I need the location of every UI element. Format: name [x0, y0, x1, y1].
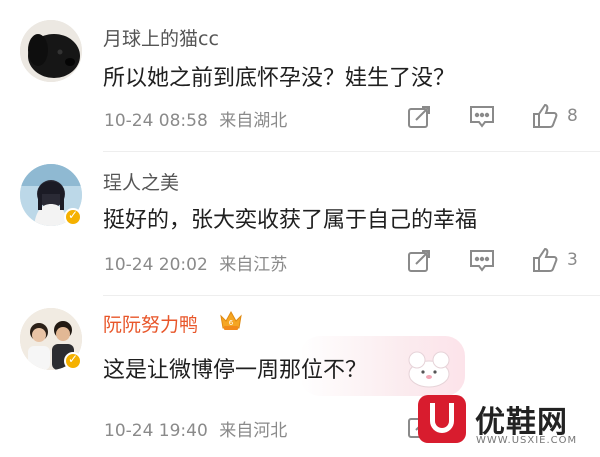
comment-text: 这是让微博停一周那位不？	[103, 358, 368, 383]
comment-date: 10-24 19:40	[104, 421, 208, 441]
verified-badge-icon	[64, 352, 82, 370]
comment-meta: 10-24 20:02 来自江苏	[104, 250, 287, 275]
watermark-url: WWW.USXIE.COM	[476, 435, 578, 446]
comment-text: 所以她之前到底怀孕没？娃生了没？	[103, 66, 456, 91]
share-icon[interactable]	[406, 248, 432, 274]
share-icon[interactable]	[406, 104, 432, 130]
like-icon[interactable]	[531, 246, 559, 274]
username[interactable]: 阮阮努力鸭	[103, 310, 198, 337]
comment-location: 来自湖北	[219, 111, 288, 131]
username[interactable]: 月球上的猫cc	[103, 24, 219, 51]
comment-date: 10-24 08:58	[104, 111, 208, 131]
comment-icon[interactable]	[468, 104, 496, 130]
like-icon[interactable]	[531, 102, 559, 130]
comment-location: 来自江苏	[219, 255, 288, 275]
verified-badge-icon	[64, 208, 82, 226]
comment-date: 10-24 20:02	[104, 255, 208, 275]
comment-meta: 10-24 19:40 来自河北	[104, 416, 287, 441]
black-puppy-icon	[20, 20, 82, 82]
like-count: 3	[567, 250, 578, 270]
comment-text: 挺好的，张大奕收获了属于自己的幸福	[103, 208, 478, 233]
comment-item: 月球上的猫cc 所以她之前到底怀孕没？娃生了没？ 10-24 08:58 来自湖…	[0, 0, 600, 152]
comment-item: 珵人之美 挺好的，张大奕收获了属于自己的幸福 10-24 20:02 来自江苏 …	[0, 152, 600, 304]
comment-meta: 10-24 08:58 来自湖北	[104, 106, 287, 131]
svg-text:6: 6	[229, 319, 234, 327]
like-count: 8	[567, 106, 578, 126]
comment-icon[interactable]	[468, 248, 496, 274]
comment-location: 来自河北	[219, 421, 288, 441]
site-watermark: 优鞋网 WWW.USXIE.COM	[418, 395, 600, 457]
watermark-logo-icon	[418, 395, 466, 443]
vip-crown-icon: 6	[218, 308, 244, 336]
username[interactable]: 珵人之美	[103, 168, 179, 195]
cartoon-mouse-icon	[408, 351, 450, 388]
avatar[interactable]	[20, 20, 82, 82]
